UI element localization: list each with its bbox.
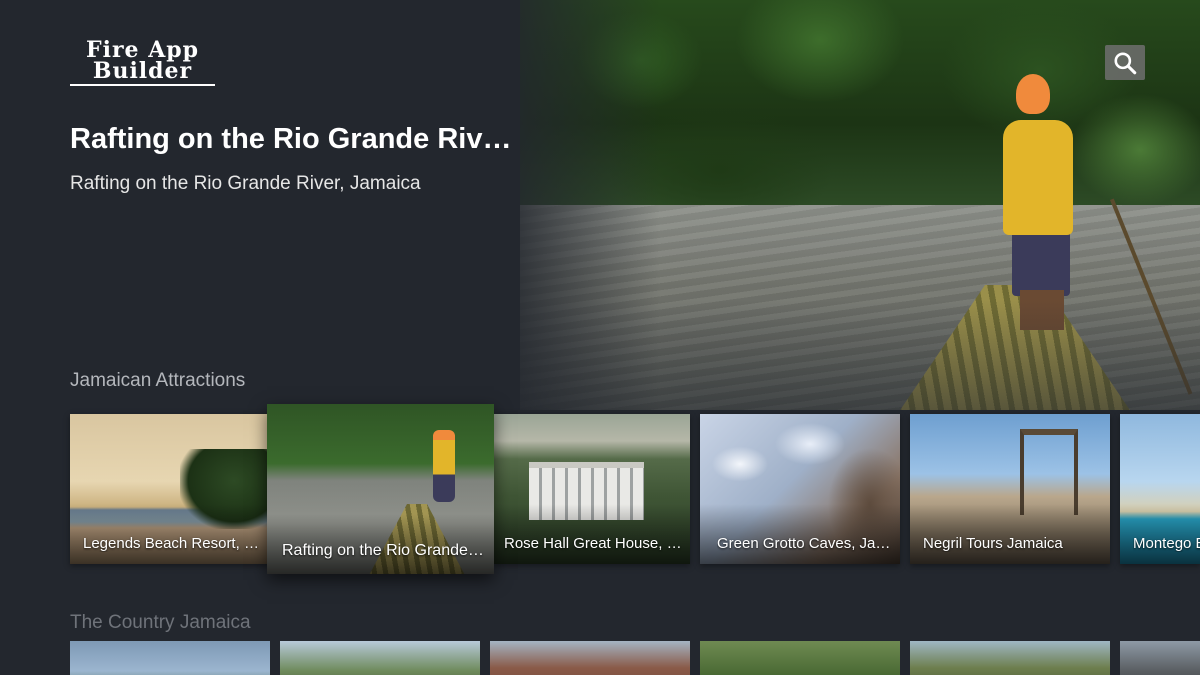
- content-card-rafting-focused[interactable]: Rafting on the Rio Grande River, Jamaica: [267, 404, 494, 574]
- row-header-the-country-jamaica: The Country Jamaica: [70, 612, 251, 633]
- search-button[interactable]: [1105, 45, 1145, 80]
- content-card-rose-hall[interactable]: Rose Hall Great House, Montego Bay: [494, 414, 690, 564]
- featured-title: Rafting on the Rio Grande River, Jamaica: [70, 123, 520, 155]
- card-label: Montego Bay: [1133, 535, 1200, 552]
- card-label: Green Grotto Caves, Jamaica: [717, 535, 892, 552]
- content-card-row2-1[interactable]: [70, 641, 270, 675]
- content-card-legends-beach[interactable]: Legends Beach Resort, Negril: [70, 414, 270, 564]
- content-card-montego-bay[interactable]: Montego Bay: [1120, 414, 1200, 564]
- featured-background-fade-bottom: [520, 300, 1200, 410]
- content-card-green-grotto[interactable]: Green Grotto Caves, Jamaica: [700, 414, 900, 564]
- featured-subtitle: Rafting on the Rio Grande River, Jamaica: [70, 173, 421, 194]
- app-logo-line2: Builder: [92, 58, 193, 84]
- card-label: Rafting on the Rio Grande River, Jamaica: [282, 542, 486, 559]
- content-card-negril-tours[interactable]: Negril Tours Jamaica: [910, 414, 1110, 564]
- card-label: Rose Hall Great House, Montego Bay: [504, 535, 682, 552]
- content-card-row2-6[interactable]: [1120, 641, 1200, 675]
- content-card-row2-2[interactable]: [280, 641, 480, 675]
- search-icon: [1114, 51, 1137, 74]
- row-header-jamaican-attractions: Jamaican Attractions: [70, 370, 246, 391]
- card-label: Legends Beach Resort, Negril: [83, 535, 262, 552]
- content-card-row2-5[interactable]: [910, 641, 1110, 675]
- content-card-row2-4[interactable]: [700, 641, 900, 675]
- app-logo: Fire App Builder: [70, 39, 215, 86]
- card-label: Negril Tours Jamaica: [923, 535, 1063, 552]
- content-card-row2-3[interactable]: [490, 641, 690, 675]
